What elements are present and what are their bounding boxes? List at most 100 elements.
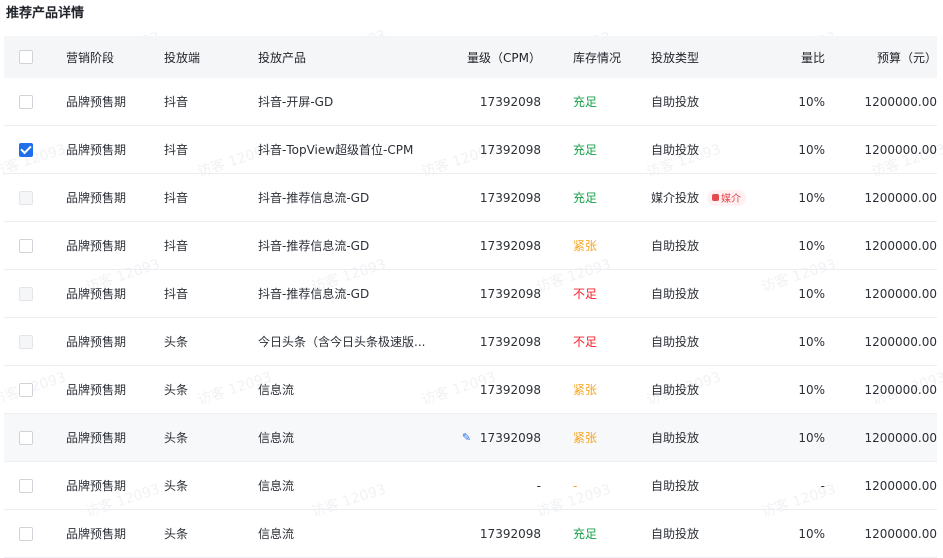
budget-cell: 1200000.00 xyxy=(864,382,937,397)
budget-cell: 1200000.00 xyxy=(864,190,937,205)
type-label: 媒介投放 xyxy=(651,191,700,205)
volume-cell: 17392098 xyxy=(479,526,541,541)
budget-cell: 1200000.00 xyxy=(864,142,937,157)
platform-cell: 抖音 xyxy=(164,95,189,109)
stock-status: 充足 xyxy=(573,527,598,541)
volume-cell: 17392098 xyxy=(479,142,541,157)
stock-status: 紧张 xyxy=(573,383,598,397)
type-cell: 自助投放 xyxy=(651,239,700,253)
table-row[interactable]: 品牌预售期 抖音 抖音-开屏-GD 17392098 充足 自助投放 10% 1… xyxy=(4,78,937,126)
ratio-cell: 10% xyxy=(798,430,825,445)
volume-cell: 17392098 xyxy=(479,190,541,205)
ratio-cell: 10% xyxy=(798,286,825,301)
stage-cell: 品牌预售期 xyxy=(66,335,127,349)
volume-cell: 17392098 xyxy=(479,382,541,397)
platform-cell: 头条 xyxy=(164,383,189,397)
volume-cell: 17392098 xyxy=(479,334,541,349)
volume-cell: 17392098 xyxy=(479,286,541,301)
type-cell: 自助投放 xyxy=(651,527,700,541)
product-cell: 信息流 xyxy=(258,479,295,493)
stage-cell: 品牌预售期 xyxy=(66,383,127,397)
ratio-cell: 10% xyxy=(798,238,825,253)
volume-value[interactable]: 17392098 xyxy=(480,431,541,445)
edit-pencil-icon[interactable]: ✎ xyxy=(462,431,474,444)
budget-cell: 1200000.00 xyxy=(864,238,937,253)
row-checkbox[interactable] xyxy=(19,334,33,349)
table-row[interactable]: 品牌预售期 头条 信息流 - - 自助投放 - 1200000.00 xyxy=(4,462,937,510)
select-all-cell xyxy=(19,36,35,78)
product-cell: 信息流 xyxy=(258,383,295,397)
column-header-type[interactable]: 投放类型 xyxy=(651,36,771,78)
stage-cell: 品牌预售期 xyxy=(66,95,127,109)
volume-cell: ✎ 17392098 xyxy=(444,414,541,461)
select-all-checkbox[interactable] xyxy=(19,50,33,64)
stock-status: 充足 xyxy=(573,191,598,205)
table-row[interactable]: 品牌预售期 抖音 抖音-推荐信息流-GD 17392098 紧张 自助投放 10… xyxy=(4,222,937,270)
column-header-stage[interactable]: 营销阶段 xyxy=(66,36,156,78)
stock-status: 充足 xyxy=(573,95,598,109)
column-header-platform[interactable]: 投放端 xyxy=(164,36,244,78)
column-header-product[interactable]: 投放产品 xyxy=(258,36,448,78)
table-row[interactable]: 品牌预售期 抖音 抖音-推荐信息流-GD 17392098 充足 媒介投放 媒介… xyxy=(4,174,937,222)
platform-cell: 头条 xyxy=(164,431,189,445)
type-cell: 自助投放 xyxy=(651,479,700,493)
stage-cell: 品牌预售期 xyxy=(66,143,127,157)
row-checkbox[interactable] xyxy=(19,94,33,109)
row-checkbox[interactable] xyxy=(19,286,33,301)
product-cell: 信息流 xyxy=(258,527,295,541)
row-checkbox[interactable] xyxy=(19,382,33,397)
product-cell: 信息流 xyxy=(258,431,295,445)
table-row[interactable]: 品牌预售期 抖音 抖音-推荐信息流-GD 17392098 不足 自助投放 10… xyxy=(4,270,937,318)
platform-cell: 抖音 xyxy=(164,287,189,301)
row-checkbox[interactable] xyxy=(19,238,33,253)
volume-cell: - xyxy=(536,478,541,493)
row-checkbox[interactable] xyxy=(19,190,33,205)
stock-status: - xyxy=(573,478,578,493)
column-header-budget[interactable]: 预算（元） xyxy=(844,36,937,78)
stock-status: 不足 xyxy=(573,287,598,301)
platform-cell: 头条 xyxy=(164,335,189,349)
stage-cell: 品牌预售期 xyxy=(66,431,127,445)
platform-cell: 抖音 xyxy=(164,239,189,253)
budget-cell: 1200000.00 xyxy=(864,478,937,493)
product-detail-table: 营销阶段 投放端 投放产品 量级（CPM） 库存情况 投放类型 量比 预算（元）… xyxy=(4,36,937,558)
budget-cell: 1200000.00 xyxy=(864,334,937,349)
media-badge-icon xyxy=(712,194,720,201)
table-row[interactable]: 品牌预售期 头条 今日头条（含今日头条极速版... 17392098 不足 自助… xyxy=(4,318,937,366)
stock-status: 紧张 xyxy=(573,239,598,253)
table-row[interactable]: 品牌预售期 头条 信息流 17392098 紧张 自助投放 10% 120000… xyxy=(4,366,937,414)
product-cell: 抖音-推荐信息流-GD xyxy=(258,287,370,301)
row-checkbox[interactable] xyxy=(19,478,33,493)
product-cell: 今日头条（含今日头条极速版... xyxy=(258,335,426,349)
table-row[interactable]: 品牌预售期 抖音 抖音-TopView超级首位-CPM 17392098 充足 … xyxy=(4,126,937,174)
stage-cell: 品牌预售期 xyxy=(66,527,127,541)
type-cell: 媒介投放 媒介 xyxy=(651,174,771,221)
ratio-cell: 10% xyxy=(798,382,825,397)
ratio-cell: - xyxy=(820,478,825,493)
ratio-cell: 10% xyxy=(798,94,825,109)
table-row[interactable]: 品牌预售期 头条 信息流 ✎ 17392098 紧张 自助投放 10% 1200… xyxy=(4,414,937,462)
type-cell: 自助投放 xyxy=(651,143,700,157)
column-header-volume[interactable]: 量级（CPM） xyxy=(444,36,541,78)
row-checkbox[interactable] xyxy=(19,430,33,445)
stock-status: 不足 xyxy=(573,335,598,349)
column-header-ratio[interactable]: 量比 xyxy=(764,36,825,78)
stock-status: 充足 xyxy=(573,143,598,157)
media-tag: 媒介 xyxy=(707,189,747,206)
type-cell: 自助投放 xyxy=(651,383,700,397)
table-row[interactable]: 品牌预售期 头条 信息流 17392098 充足 自助投放 10% 120000… xyxy=(4,510,937,558)
row-checkbox[interactable] xyxy=(19,142,33,157)
stage-cell: 品牌预售期 xyxy=(66,239,127,253)
column-header-stock[interactable]: 库存情况 xyxy=(573,36,633,78)
page-title: 推荐产品详情 xyxy=(6,6,85,21)
ratio-cell: 10% xyxy=(798,526,825,541)
stage-cell: 品牌预售期 xyxy=(66,287,127,301)
budget-cell: 1200000.00 xyxy=(864,94,937,109)
stock-status: 紧张 xyxy=(573,431,598,445)
type-cell: 自助投放 xyxy=(651,431,700,445)
row-checkbox[interactable] xyxy=(19,526,33,541)
budget-cell: 1200000.00 xyxy=(864,526,937,541)
type-cell: 自助投放 xyxy=(651,95,700,109)
volume-cell: 17392098 xyxy=(479,94,541,109)
media-tag-label: 媒介 xyxy=(721,194,742,205)
